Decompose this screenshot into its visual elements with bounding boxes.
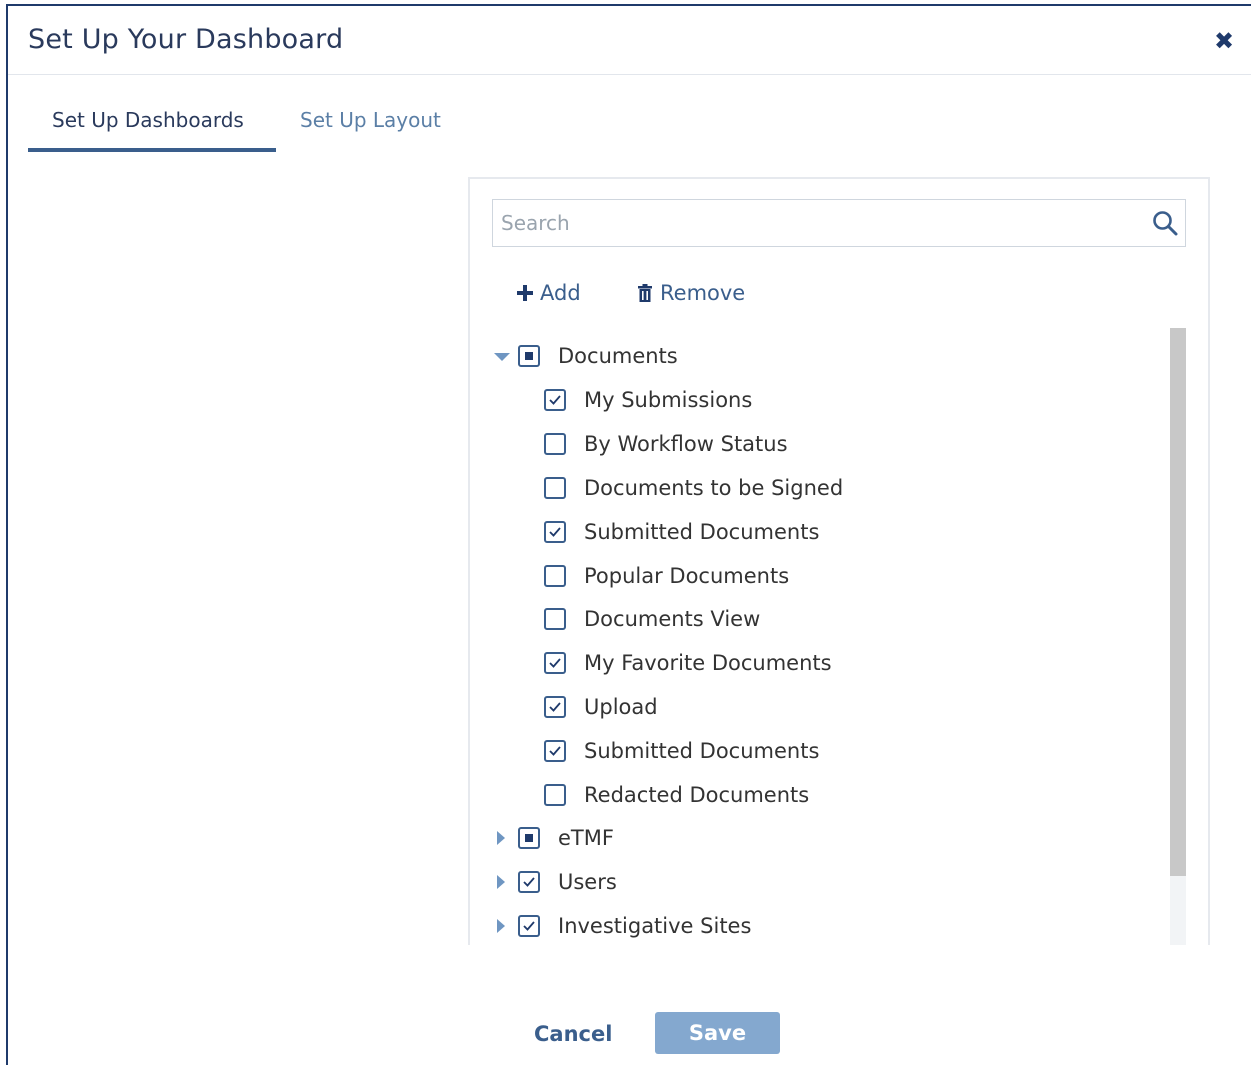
tree-group-users: Users	[492, 867, 617, 897]
tree-item: Submitted Documents	[544, 736, 819, 766]
checkbox-checked[interactable]	[518, 871, 540, 893]
tree-item: Redacted Documents	[544, 780, 809, 810]
checkbox-checked[interactable]	[544, 696, 566, 718]
add-label: Add	[540, 281, 581, 305]
checkbox-unchecked[interactable]	[544, 784, 566, 806]
remove-label: Remove	[660, 281, 746, 305]
checkbox-checked[interactable]	[544, 652, 566, 674]
checkbox-checked[interactable]	[518, 915, 540, 937]
item-label: Upload	[584, 695, 658, 719]
dialog-title: Set Up Your Dashboard	[28, 24, 344, 55]
item-label: Submitted Documents	[584, 739, 820, 763]
item-label: Redacted Documents	[584, 783, 810, 807]
dashboard-selection-panel: Add Remove Documents	[468, 177, 1210, 945]
search-icon[interactable]	[1151, 209, 1179, 237]
checkbox-checked[interactable]	[544, 521, 566, 543]
checkbox-unchecked[interactable]	[544, 433, 566, 455]
search-box	[492, 199, 1186, 247]
save-button[interactable]: Save	[655, 1012, 780, 1054]
checkbox-checked[interactable]	[544, 389, 566, 411]
checkbox-unchecked[interactable]	[544, 477, 566, 499]
group-label: Investigative Sites	[558, 914, 752, 938]
active-tab-indicator	[28, 148, 276, 152]
header-divider	[8, 74, 1251, 75]
tree-item: Upload	[544, 692, 658, 722]
checkbox-partial[interactable]	[518, 345, 540, 367]
tree-item: Submitted Documents	[544, 517, 819, 547]
remove-button[interactable]: Remove	[634, 281, 745, 305]
tab-set-up-layout[interactable]: Set Up Layout	[300, 108, 441, 132]
group-label: Documents	[558, 344, 678, 368]
trash-icon	[634, 282, 656, 304]
tree-scrollbar[interactable]	[1170, 328, 1186, 945]
group-label: Users	[558, 870, 617, 894]
tree-item: Popular Documents	[544, 561, 789, 591]
tree-item: My Submissions	[544, 385, 752, 415]
plus-icon	[514, 282, 536, 304]
caret-right-icon[interactable]	[492, 872, 512, 892]
item-label: My Favorite Documents	[584, 651, 832, 675]
add-button[interactable]: Add	[514, 281, 581, 305]
tab-set-up-dashboards[interactable]: Set Up Dashboards	[52, 108, 244, 132]
search-input[interactable]	[493, 200, 1149, 246]
tree-group-etmf: eTMF	[492, 823, 614, 853]
tree-item: Documents to be Signed	[544, 473, 843, 503]
tree-item: Documents View	[544, 604, 760, 634]
item-label: Documents View	[584, 607, 761, 631]
item-label: Submitted Documents	[584, 520, 820, 544]
item-label: By Workflow Status	[584, 432, 788, 456]
checkbox-checked[interactable]	[544, 740, 566, 762]
dashboard-setup-dialog: Set Up Your Dashboard ✖ Set Up Dashboard…	[6, 4, 1251, 1065]
tree-group-investigative-sites: Investigative Sites	[492, 911, 751, 941]
scrollbar-thumb[interactable]	[1170, 328, 1186, 876]
close-icon[interactable]: ✖	[1211, 28, 1237, 54]
tree-item: By Workflow Status	[544, 429, 788, 459]
item-label: My Submissions	[584, 388, 753, 412]
checkbox-unchecked[interactable]	[544, 608, 566, 630]
checkbox-unchecked[interactable]	[544, 565, 566, 587]
caret-right-icon[interactable]	[492, 916, 512, 936]
item-label: Popular Documents	[584, 564, 790, 588]
caret-right-icon[interactable]	[492, 828, 512, 848]
group-label: eTMF	[558, 826, 614, 850]
cancel-button[interactable]: Cancel	[534, 1022, 612, 1046]
tree-group-documents: Documents	[492, 341, 678, 371]
checkbox-partial[interactable]	[518, 827, 540, 849]
item-label: Documents to be Signed	[584, 476, 844, 500]
tree-item: My Favorite Documents	[544, 648, 832, 678]
caret-down-icon[interactable]	[492, 346, 512, 366]
